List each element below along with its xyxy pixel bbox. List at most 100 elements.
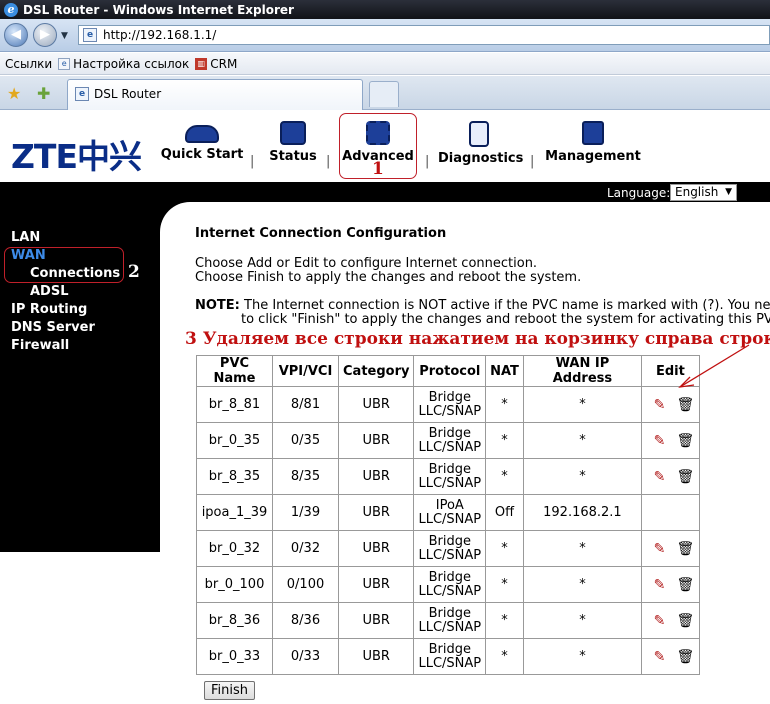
column-header: NAT [485, 355, 524, 387]
table-header-row: PVC Name VPI/VCI Category Protocol NAT W… [196, 355, 700, 387]
vpi-vci-cell: 0/100 [272, 566, 339, 603]
vpi-vci-cell: 8/36 [272, 602, 339, 639]
note-label: NOTE: [195, 298, 240, 313]
url-text: http://192.168.1.1/ [103, 28, 217, 42]
nav-status[interactable]: Status [267, 111, 319, 182]
nav-management[interactable]: Management [545, 111, 641, 182]
nat-cell: * [485, 638, 524, 675]
table-row: br_0_33 0/33 UBR Bridge LLC/SNAP * * ✎ 🗑 [196, 638, 700, 675]
pvc-name-cell: ipoa_1_39 [196, 494, 273, 531]
pencil-icon[interactable]: ✎ [652, 578, 666, 592]
favorites-crm[interactable]: ▥ CRM [195, 57, 237, 71]
table-row: br_8_36 8/36 UBR Bridge LLC/SNAP * * ✎ 🗑 [196, 602, 700, 639]
category-cell: UBR [337, 422, 415, 459]
pvc-name-cell: br_8_35 [196, 458, 273, 495]
note-line: to click "Finish" to apply the changes a… [241, 312, 770, 327]
vpi-vci-cell: 1/39 [272, 494, 339, 531]
zte-logo: ZTE中兴 [11, 137, 142, 176]
column-header: VPI/VCI [272, 355, 339, 387]
nat-cell: * [485, 602, 524, 639]
annotation-step-3: 3 Удаляем все строки нажатием на корзинк… [185, 329, 770, 349]
back-arrow-icon[interactable]: ◀ [4, 23, 28, 47]
trash-icon[interactable]: 🗑 [676, 469, 694, 485]
category-cell: UBR [337, 602, 415, 639]
history-dropdown-icon[interactable]: ▼ [61, 31, 68, 41]
nat-cell: * [485, 386, 524, 423]
window-title-bar: e DSL Router - Windows Internet Explorer [0, 0, 770, 19]
pencil-icon[interactable]: ✎ [652, 398, 666, 412]
column-header: Edit [640, 355, 700, 387]
trash-icon[interactable]: 🗑 [676, 433, 694, 449]
category-cell: UBR [337, 638, 415, 675]
category-cell: UBR [337, 386, 415, 423]
page-icon: e [83, 28, 97, 42]
pvc-name-cell: br_8_36 [196, 602, 273, 639]
management-icon [582, 121, 604, 145]
edit-cell [640, 494, 700, 531]
sidebar-item-ip-routing[interactable]: IP Routing [11, 302, 87, 317]
wan-ip-cell: * [522, 530, 642, 567]
nat-cell: * [485, 458, 524, 495]
favorites-bar: Ссылки e Настройка ссылок ▥ CRM [0, 53, 770, 75]
page-icon: e [75, 87, 89, 101]
trash-icon[interactable]: 🗑 [676, 649, 694, 665]
wan-ip-cell: * [522, 602, 642, 639]
pencil-icon[interactable]: ✎ [652, 470, 666, 484]
new-tab-button[interactable] [369, 81, 399, 107]
protocol-cell: IPoA LLC/SNAP [413, 494, 487, 531]
protocol-cell: Bridge LLC/SNAP [413, 602, 487, 639]
protocol-line: Bridge [428, 533, 471, 549]
protocol-line: Bridge [428, 461, 471, 477]
pencil-icon[interactable]: ✎ [652, 542, 666, 556]
favorites-links[interactable]: Ссылки [5, 57, 52, 71]
table-row: br_0_100 0/100 UBR Bridge LLC/SNAP * * ✎ 🗑 [196, 566, 700, 603]
page-title: Internet Connection Configuration [195, 226, 447, 241]
category-cell: UBR [337, 458, 415, 495]
favorites-star-icon[interactable]: ★ [7, 84, 21, 103]
annotation-step-1: 1 [372, 159, 384, 179]
sidebar-item-adsl[interactable]: ADSL [30, 284, 69, 299]
favorites-customize-links[interactable]: e Настройка ссылок [58, 57, 189, 71]
protocol-line: LLC/SNAP [418, 583, 482, 599]
tab-dsl-router[interactable]: e DSL Router [67, 79, 363, 110]
trash-icon[interactable]: 🗑 [676, 577, 694, 593]
language-select[interactable]: English ▼ [670, 184, 737, 201]
protocol-line: Bridge [428, 605, 471, 621]
protocol-cell: Bridge LLC/SNAP [413, 566, 487, 603]
finish-button[interactable]: Finish [204, 681, 255, 700]
vpi-vci-cell: 8/35 [272, 458, 339, 495]
sidebar-item-firewall[interactable]: Firewall [11, 338, 69, 353]
trash-icon[interactable]: 🗑 [676, 397, 694, 413]
vpi-vci-cell: 0/35 [272, 422, 339, 459]
table-row: br_0_35 0/35 UBR Bridge LLC/SNAP * * ✎ 🗑 [196, 422, 700, 459]
trash-icon[interactable]: 🗑 [676, 613, 694, 629]
trash-icon[interactable]: 🗑 [676, 541, 694, 557]
protocol-line: Bridge [428, 425, 471, 441]
protocol-line: Bridge [428, 641, 471, 657]
category-cell: UBR [337, 530, 415, 567]
pencil-icon[interactable]: ✎ [652, 614, 666, 628]
pvc-name-cell: br_0_35 [196, 422, 273, 459]
add-favorite-icon[interactable]: ✚ [37, 84, 50, 103]
sidebar-item-lan[interactable]: LAN [11, 230, 40, 245]
nav-separator: | [250, 154, 255, 169]
nav-quick-start[interactable]: Quick Start [160, 111, 244, 182]
protocol-cell: Bridge LLC/SNAP [413, 422, 487, 459]
wan-ip-cell: * [522, 422, 642, 459]
forward-arrow-icon[interactable]: ▶ [33, 23, 57, 47]
table-row: br_8_81 8/81 UBR Bridge LLC/SNAP * * ✎ 🗑 [196, 386, 700, 423]
sidebar-item-dns-server[interactable]: DNS Server [11, 320, 95, 335]
wan-ip-cell: * [522, 458, 642, 495]
nav-diagnostics[interactable]: Diagnostics [438, 111, 523, 182]
protocol-line: LLC/SNAP [418, 547, 482, 563]
protocol-cell: Bridge LLC/SNAP [413, 386, 487, 423]
edit-cell: ✎ 🗑 [640, 530, 700, 567]
pencil-icon[interactable]: ✎ [652, 650, 666, 664]
language-label: Language: [607, 186, 671, 200]
annotation-box-wan [4, 247, 124, 283]
pencil-icon[interactable]: ✎ [652, 434, 666, 448]
wan-ip-cell: * [522, 638, 642, 675]
column-header: PVC Name [196, 355, 273, 387]
url-input[interactable]: e http://192.168.1.1/ [78, 25, 770, 45]
wan-ip-cell: * [522, 566, 642, 603]
